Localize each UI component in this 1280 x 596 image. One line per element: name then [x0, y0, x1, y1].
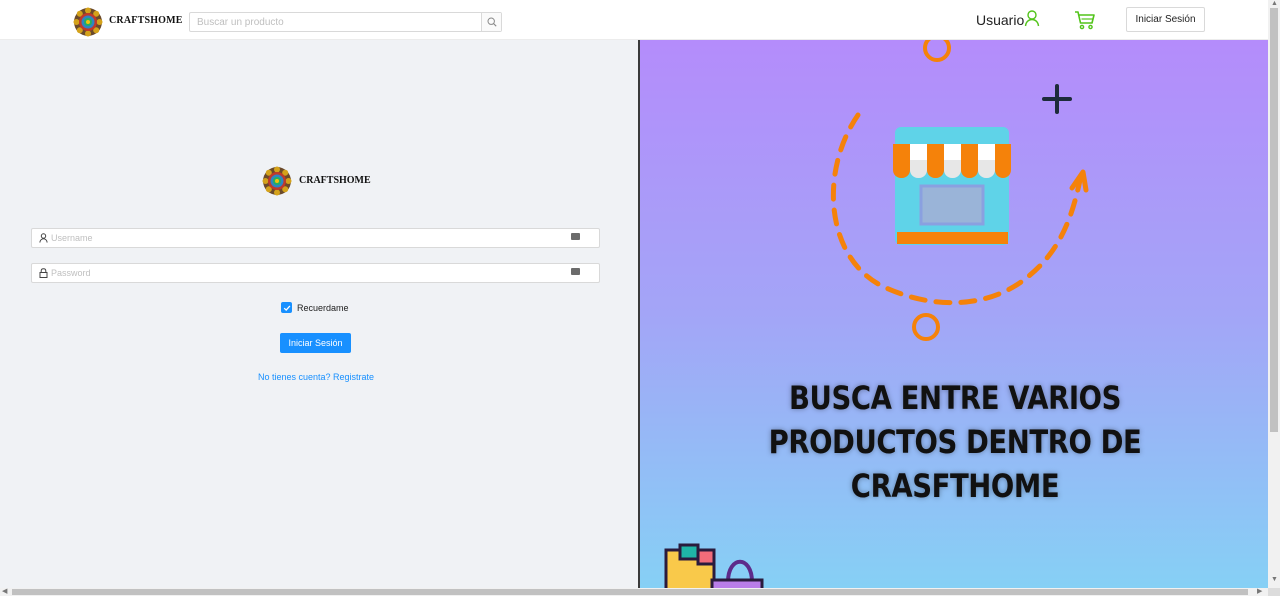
shop-icon [893, 127, 1011, 245]
promo-line-3: CRASFTHOME [850, 467, 1060, 505]
remember-me-label: Recuerdame [297, 302, 349, 313]
user-label[interactable]: Usuario [976, 12, 1024, 28]
scroll-left-arrow-icon[interactable]: ◀ [2, 588, 7, 596]
password-input[interactable] [51, 265, 581, 281]
search-icon [486, 17, 497, 27]
scroll-down-arrow-icon[interactable]: ▼ [1271, 576, 1278, 584]
mandala-logo-icon[interactable] [73, 7, 103, 37]
promo-banner: BUSCA ENTRE VARIOS PRODUCTOS DENTRO DE C… [638, 40, 1268, 588]
shopping-bags-icon [664, 543, 764, 588]
mandala-logo-icon [262, 166, 292, 196]
orange-ring-icon [912, 313, 940, 341]
vertical-scrollbar-thumb[interactable] [1270, 8, 1278, 432]
register-link[interactable]: No tienes cuenta? Registrate [0, 372, 632, 382]
top-navbar: CRAFTSHOME Usuario Iniciar Sesión [0, 0, 1268, 40]
password-field [31, 263, 600, 283]
cart-icon[interactable] [1074, 10, 1096, 30]
search-button[interactable] [481, 13, 501, 31]
orange-ring-icon [923, 40, 951, 62]
keyboard-icon [571, 233, 580, 240]
search-input[interactable] [190, 13, 482, 31]
login-submit-button[interactable]: Iniciar Sesión [280, 333, 351, 353]
keyboard-icon [571, 268, 580, 275]
remember-me-checkbox[interactable]: Recuerdame [281, 302, 349, 313]
username-field [31, 228, 600, 248]
promo-headline: BUSCA ENTRE VARIOS PRODUCTOS DENTRO DE C… [684, 376, 1226, 508]
header-login-button[interactable]: Iniciar Sesión [1126, 7, 1205, 32]
user-icon[interactable] [1024, 10, 1040, 27]
username-input[interactable] [51, 230, 581, 246]
scrollbar-corner [1268, 588, 1280, 596]
scroll-right-arrow-icon[interactable]: ▶ [1257, 588, 1262, 596]
checkbox-checked-icon[interactable] [281, 302, 292, 313]
lock-icon [39, 268, 48, 278]
horizontal-scrollbar[interactable]: ◀ ▶ [0, 588, 1268, 596]
search-box [189, 12, 502, 32]
horizontal-scrollbar-thumb[interactable] [12, 589, 1248, 595]
form-brand-name: CRAFTSHOME [299, 175, 371, 186]
brand-name[interactable]: CRAFTSHOME [109, 15, 183, 26]
scroll-up-arrow-icon[interactable]: ▲ [1271, 0, 1278, 8]
vertical-scrollbar[interactable]: ▲ ▼ [1268, 0, 1280, 588]
promo-line-1: BUSCA ENTRE VARIOS [788, 379, 1122, 417]
user-icon [39, 233, 48, 243]
plus-icon [1042, 84, 1072, 114]
promo-line-2: PRODUCTOS DENTRO DE [768, 423, 1142, 461]
login-panel: CRAFTSHOME Recuerdame Iniciar Sesión No … [0, 40, 638, 588]
